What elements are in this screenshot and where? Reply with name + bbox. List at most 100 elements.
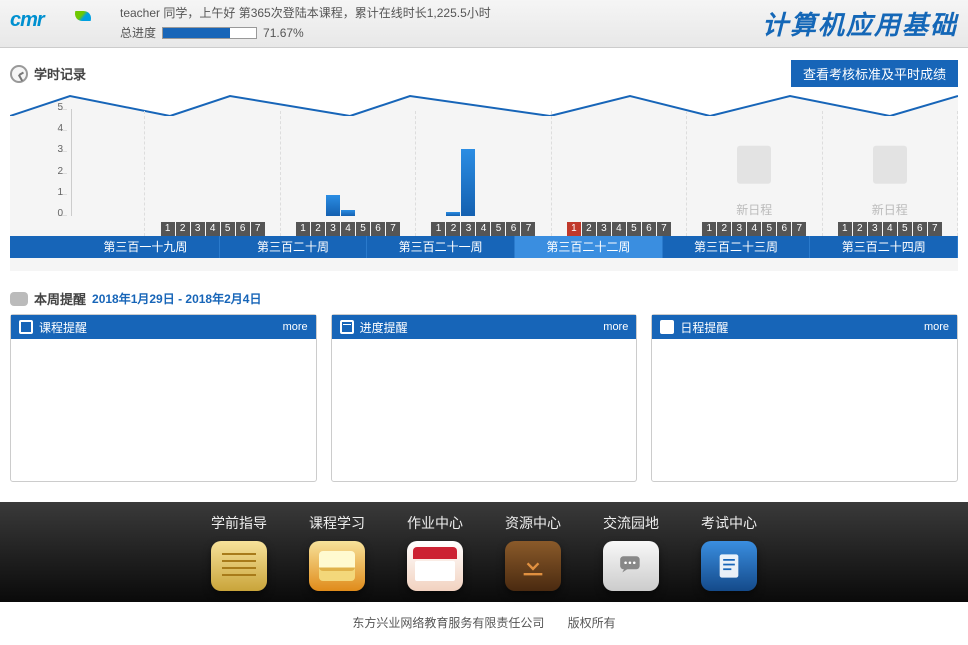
footer: 东方兴业网络教育服务有限责任公司 版权所有 <box>0 602 968 643</box>
day-cell[interactable]: 1 <box>838 222 852 236</box>
download-icon <box>505 541 561 591</box>
day-cell[interactable]: 1 <box>431 222 445 236</box>
panel-title: 课程提醒 <box>39 319 87 336</box>
new-schedule-label: 新日程 <box>872 201 908 218</box>
day-cell[interactable]: 4 <box>341 222 355 236</box>
week-label[interactable]: 第三百二十二周 <box>515 236 663 258</box>
exam-icon <box>701 541 757 591</box>
day-cell[interactable]: 7 <box>251 222 265 236</box>
day-cell[interactable]: 7 <box>657 222 671 236</box>
day-cell[interactable]: 2 <box>446 222 460 236</box>
day-cell[interactable]: 5 <box>898 222 912 236</box>
day-cell[interactable]: 4 <box>612 222 626 236</box>
greeting-text: teacher 同学，上午好 第365次登陆本课程，累计在线时长1,225.5小… <box>120 4 491 23</box>
calendar-icon <box>407 541 463 591</box>
book-icon <box>309 541 365 591</box>
day-cell[interactable]: 6 <box>236 222 250 236</box>
day-cell[interactable]: 4 <box>206 222 220 236</box>
day-cell[interactable]: 1 <box>702 222 716 236</box>
day-cell[interactable]: 1 <box>567 222 581 236</box>
day-cell[interactable]: 7 <box>792 222 806 236</box>
day-cell[interactable]: 4 <box>476 222 490 236</box>
header-info: teacher 同学，上午好 第365次登陆本课程，累计在线时长1,225.5小… <box>120 4 491 42</box>
week-column: 新日程 1234567 <box>823 111 958 236</box>
day-cell[interactable]: 3 <box>191 222 205 236</box>
day-cell[interactable]: 2 <box>582 222 596 236</box>
week-label[interactable]: 第三百二十周 <box>220 236 368 258</box>
nav-item-book[interactable]: 课程学习 <box>309 513 365 591</box>
reminder-title: 本周提醒 <box>34 289 86 308</box>
panel-more-link[interactable]: more <box>283 321 308 333</box>
day-cell[interactable]: 5 <box>221 222 235 236</box>
day-cell[interactable]: 2 <box>717 222 731 236</box>
day-cell[interactable]: 3 <box>597 222 611 236</box>
day-cell[interactable]: 3 <box>868 222 882 236</box>
day-cell[interactable]: 6 <box>506 222 520 236</box>
day-cell[interactable]: 1 <box>296 222 310 236</box>
nav-item-notes[interactable]: 学前指导 <box>211 513 267 591</box>
progress-label: 总进度 <box>120 24 156 43</box>
nav-label: 作业中心 <box>407 513 463 533</box>
panel-more-link[interactable]: more <box>603 321 628 333</box>
day-cell[interactable]: 6 <box>777 222 791 236</box>
day-cell[interactable]: 3 <box>326 222 340 236</box>
nav-item-calendar[interactable]: 作业中心 <box>407 513 463 591</box>
day-cell[interactable]: 2 <box>311 222 325 236</box>
hour-bar <box>446 212 460 216</box>
y-axis: 543210 <box>58 109 72 216</box>
study-record-title: 学时记录 <box>34 64 86 83</box>
day-cell[interactable]: 4 <box>883 222 897 236</box>
panel-icon <box>19 320 33 334</box>
panel-icon <box>340 320 354 334</box>
week-column: 1234567 <box>145 111 280 236</box>
view-standards-button[interactable]: 查看考核标准及平时成绩 <box>791 60 958 87</box>
day-cell[interactable]: 7 <box>928 222 942 236</box>
day-cell[interactable]: 5 <box>627 222 641 236</box>
hour-bar <box>461 149 475 216</box>
footer-company: 东方兴业网络教育服务有限责任公司 <box>352 616 544 630</box>
new-schedule-placeholder[interactable] <box>737 146 771 184</box>
panel-more-link[interactable]: more <box>924 321 949 333</box>
day-cell[interactable]: 1 <box>161 222 175 236</box>
new-schedule-placeholder[interactable] <box>873 146 907 184</box>
week-label[interactable]: 第三百一十九周 <box>72 236 220 258</box>
reminder-date-range: 2018年1月29日 - 2018年2月4日 <box>92 290 261 307</box>
day-cell[interactable]: 5 <box>762 222 776 236</box>
reminder-panel: 进度提醒 more <box>331 314 638 482</box>
nav-bar: 学前指导课程学习 作业中心 资源中心 交流园地 考试中心 <box>0 502 968 602</box>
week-column: 1234567 <box>416 111 551 236</box>
new-schedule-label: 新日程 <box>736 201 772 218</box>
week-label[interactable]: 第三百二十三周 <box>663 236 811 258</box>
day-cell[interactable]: 2 <box>853 222 867 236</box>
study-hours-chart: 543210 1234567123456712345671234567新日程12… <box>10 91 958 271</box>
nav-item-download[interactable]: 资源中心 <box>505 513 561 591</box>
week-label[interactable]: 第三百二十一周 <box>367 236 515 258</box>
bubble-icon <box>10 292 28 306</box>
day-cell[interactable]: 6 <box>642 222 656 236</box>
hour-bar <box>326 195 340 216</box>
day-cell[interactable]: 6 <box>371 222 385 236</box>
logo: cmr <box>10 9 90 39</box>
day-cell[interactable]: 3 <box>732 222 746 236</box>
day-cell[interactable]: 7 <box>386 222 400 236</box>
day-cell[interactable]: 6 <box>913 222 927 236</box>
panel-title: 进度提醒 <box>360 319 408 336</box>
nav-item-exam[interactable]: 考试中心 <box>701 513 757 591</box>
nav-item-chat[interactable]: 交流园地 <box>603 513 659 591</box>
nav-label: 交流园地 <box>603 513 659 533</box>
day-cell[interactable]: 2 <box>176 222 190 236</box>
logo-swoosh-icon <box>73 11 94 21</box>
week-column: 1234567 <box>281 111 416 236</box>
progress-percent: 71.67% <box>263 24 304 43</box>
week-label[interactable]: 第三百二十四周 <box>810 236 958 258</box>
day-cell[interactable]: 7 <box>521 222 535 236</box>
day-cell[interactable]: 5 <box>491 222 505 236</box>
header-bar: cmr teacher 同学，上午好 第365次登陆本课程，累计在线时长1,22… <box>0 0 968 48</box>
nav-label: 考试中心 <box>701 513 757 533</box>
day-cell[interactable]: 3 <box>461 222 475 236</box>
clock-icon <box>10 65 28 83</box>
day-cell[interactable]: 5 <box>356 222 370 236</box>
reminder-panel: 课程提醒 more <box>10 314 317 482</box>
nav-label: 资源中心 <box>505 513 561 533</box>
day-cell[interactable]: 4 <box>747 222 761 236</box>
